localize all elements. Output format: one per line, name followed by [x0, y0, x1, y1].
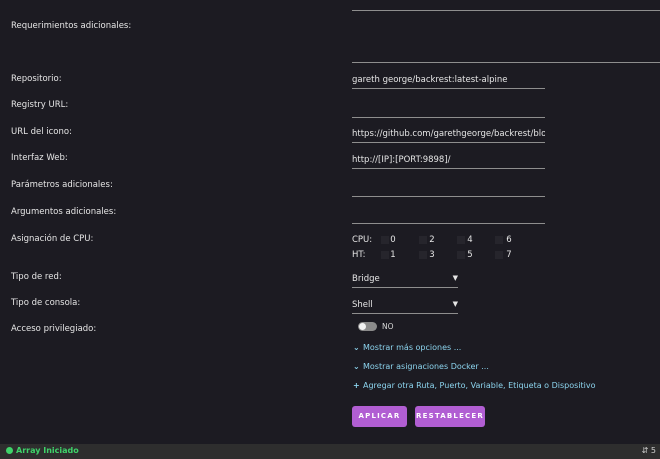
chevron-down-icon: ⌄	[353, 362, 360, 371]
ht-label: HT:	[352, 250, 366, 260]
requerimientos-textarea[interactable]	[352, 62, 660, 63]
array-status: Array Iniciado	[6, 446, 79, 455]
ht-num-7: 7	[506, 250, 512, 260]
label-interfaz: Interfaz Web:	[11, 153, 68, 163]
parametros-input[interactable]	[352, 182, 545, 197]
mostrar-asignaciones-link[interactable]: ⌄ Mostrar asignaciones Docker ...	[353, 362, 489, 371]
array-status-text: Array Iniciado	[16, 446, 79, 455]
play-icon	[6, 447, 13, 454]
plus-icon: +	[353, 381, 360, 390]
cpu-num-6: 6	[506, 235, 512, 245]
label-requerimientos: Requerimientos adicionales:	[11, 21, 132, 31]
mostrar-asignaciones-text: Mostrar asignaciones Docker ...	[363, 362, 489, 371]
dropdown-arrow-icon: ▼	[452, 274, 458, 282]
agregar-link[interactable]: + Agregar otra Ruta, Puerto, Variable, Et…	[353, 381, 596, 390]
label-registry: Registry URL:	[11, 100, 69, 110]
repositorio-value: gareth george/backrest:latest-alpine	[352, 75, 508, 85]
cpu-label: CPU:	[352, 235, 373, 245]
label-tipo-consola: Tipo de consola:	[11, 298, 81, 308]
footer-right-indicator[interactable]: ⇵ 5	[642, 446, 656, 455]
label-argumentos: Argumentos adicionales:	[11, 207, 117, 217]
agregar-text: Agregar otra Ruta, Puerto, Variable, Eti…	[363, 381, 596, 390]
interfaz-value: http://[IP]:[PORT:9898]/	[352, 155, 451, 165]
repositorio-input[interactable]: gareth george/backrest:latest-alpine	[352, 74, 545, 89]
label-privilegiado: Acceso privilegiado:	[11, 324, 97, 334]
ht-num-3: 3	[429, 250, 435, 260]
registry-input[interactable]	[352, 103, 545, 118]
icono-input[interactable]: https://github.com/garethgeorge/backrest…	[352, 128, 545, 143]
toggle-knob	[359, 323, 366, 330]
label-tipo-red: Tipo de red:	[11, 272, 62, 282]
dropdown-arrow-icon: ▼	[452, 300, 458, 308]
tipo-consola-value: Shell	[352, 300, 373, 310]
privilegiado-toggle[interactable]	[358, 322, 377, 331]
tipo-consola-select[interactable]: Shell ▼	[352, 300, 458, 314]
previous-field-underline	[352, 10, 660, 11]
ht-num-1: 1	[390, 250, 396, 260]
privilegiado-state: NO	[382, 322, 394, 331]
interfaz-input[interactable]: http://[IP]:[PORT:9898]/	[352, 154, 545, 169]
tipo-red-select[interactable]: Bridge ▼	[352, 274, 458, 288]
label-cpu: Asignación de CPU:	[11, 234, 94, 244]
mostrar-opciones-text: Mostrar más opciones ...	[363, 343, 462, 352]
restablecer-button[interactable]: RESTABLECER	[415, 406, 485, 427]
cpu-num-0: 0	[390, 235, 396, 245]
label-parametros: Parámetros adicionales:	[11, 180, 113, 190]
label-icono: URL del icono:	[11, 127, 72, 137]
status-bar: Array Iniciado ⇵ 5	[0, 444, 660, 459]
chevron-down-icon: ⌄	[353, 343, 360, 352]
aplicar-button[interactable]: APLICAR	[352, 406, 407, 427]
argumentos-input[interactable]	[352, 209, 545, 224]
icono-value: https://github.com/garethgeorge/backrest…	[352, 129, 545, 139]
cpu-num-2: 2	[429, 235, 435, 245]
label-repositorio: Repositorio:	[11, 74, 62, 84]
tipo-red-value: Bridge	[352, 274, 380, 284]
mostrar-opciones-link[interactable]: ⌄ Mostrar más opciones ...	[353, 343, 461, 352]
cpu-num-4: 4	[467, 235, 473, 245]
ht-num-5: 5	[467, 250, 473, 260]
